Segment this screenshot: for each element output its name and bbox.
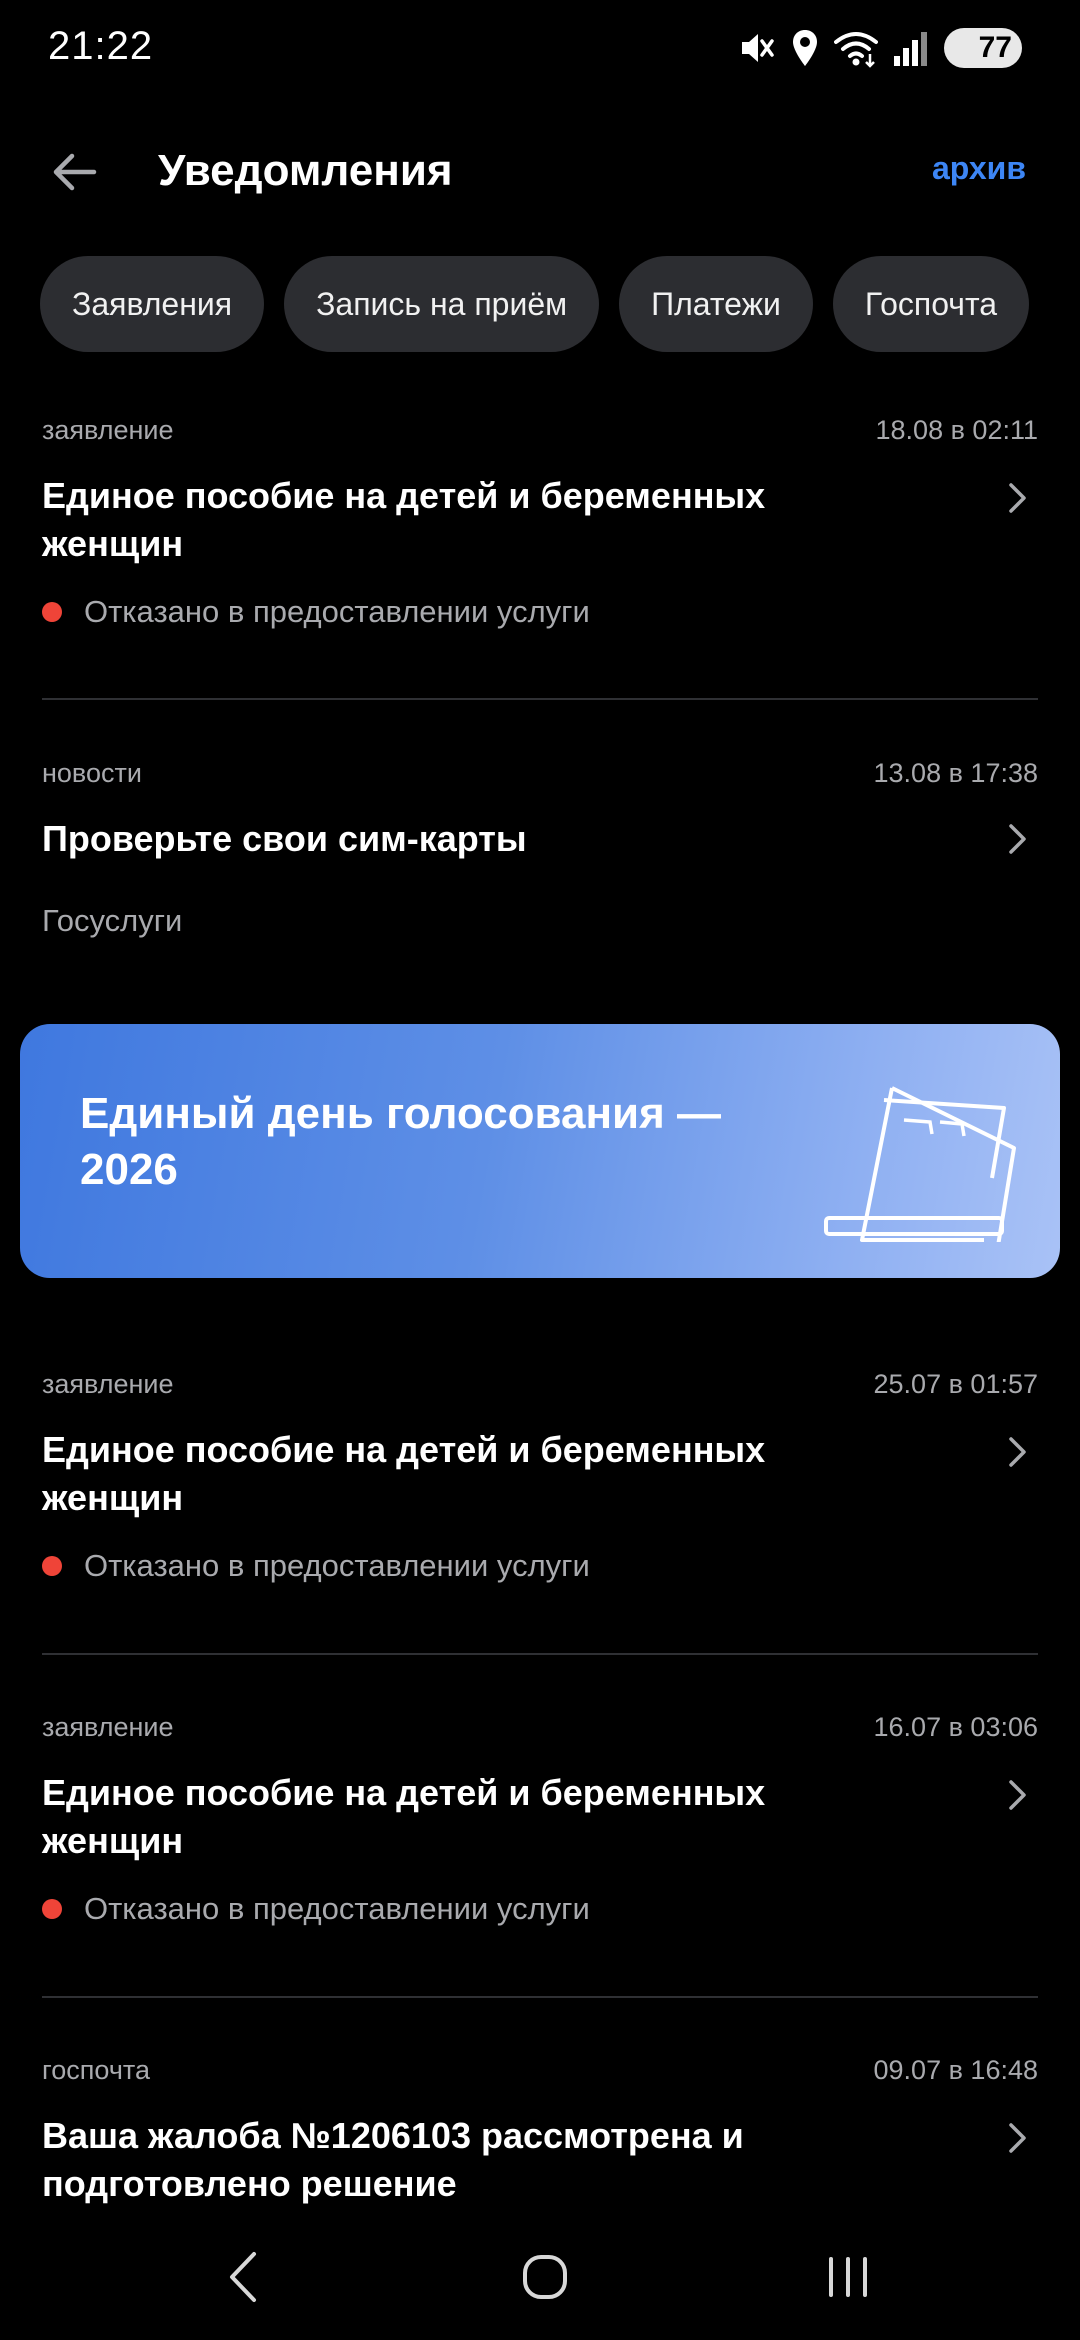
chevron-right-icon xyxy=(1009,1437,1026,1467)
notifications-screen: 21:22 77 Уведомления архив Заявления Зап… xyxy=(0,0,1080,2340)
notification-status-text: Отказано в предоставлении услуги xyxy=(84,594,590,629)
notification-category: новости xyxy=(42,757,142,788)
notification-status: Отказано в предоставлении услуги xyxy=(42,1891,1038,1927)
system-nav-bar xyxy=(0,2220,1080,2340)
notification-datetime: 18.08 в 02:11 xyxy=(875,414,1038,445)
app-header: Уведомления архив xyxy=(0,130,1080,220)
back-button[interactable] xyxy=(44,142,104,202)
filter-chip-gosmail[interactable]: Госпочта xyxy=(832,256,1030,352)
voting-day-banner[interactable]: Единый день голосования — 2026 xyxy=(20,1024,1060,1278)
notification-item[interactable]: заявление 16.07 в 03:06 Единое пособие н… xyxy=(42,1707,1038,1927)
notification-item[interactable]: новости 13.08 в 17:38 Проверьте свои сим… xyxy=(42,753,1038,939)
battery-icon: 77 xyxy=(944,28,1022,68)
mute-icon xyxy=(736,28,776,68)
ballot-box-icon xyxy=(824,1086,1016,1242)
divider xyxy=(42,698,1038,700)
notification-title: Ваша жалоба №1206103 рассмотрена и подго… xyxy=(42,2115,744,2204)
status-dot-red xyxy=(42,1556,62,1576)
banner-title: Единый день голосования — 2026 xyxy=(80,1089,722,1194)
filter-chip-payments[interactable]: Платежи xyxy=(619,256,813,352)
notification-datetime: 25.07 в 01:57 xyxy=(873,1368,1038,1399)
notification-title: Проверьте свои сим-карты xyxy=(42,818,527,859)
notification-status: Отказано в предоставлении услуги xyxy=(42,594,1038,630)
notification-title: Единое пособие на детей и беременных жен… xyxy=(42,475,766,564)
divider xyxy=(42,1653,1038,1655)
filter-chip-applications[interactable]: Заявления xyxy=(40,256,265,352)
notification-status-text: Отказано в предоставлении услуги xyxy=(84,1548,590,1583)
chevron-right-icon xyxy=(1009,2123,1026,2153)
home-nav-icon[interactable] xyxy=(505,2242,585,2312)
page-title: Уведомления xyxy=(158,146,453,195)
battery-level: 77 xyxy=(978,31,1012,64)
location-icon xyxy=(790,28,820,68)
notification-title: Единое пособие на детей и беременных жен… xyxy=(42,1772,766,1861)
divider xyxy=(42,1996,1038,1998)
signal-icon xyxy=(892,28,930,68)
arrow-left-icon xyxy=(53,153,97,191)
status-dot-red xyxy=(42,1899,62,1919)
notification-item[interactable]: заявление 18.08 в 02:11 Единое пособие н… xyxy=(42,410,1038,630)
status-time: 21:22 xyxy=(48,24,154,68)
notification-status: Отказано в предоставлении услуги xyxy=(42,1548,1038,1584)
notification-source: Госуслуги xyxy=(42,903,183,938)
chevron-right-icon xyxy=(1009,824,1026,854)
status-dot-red xyxy=(42,602,62,622)
notification-item[interactable]: заявление 25.07 в 01:57 Единое пособие н… xyxy=(42,1364,1038,1584)
notification-datetime: 09.07 в 16:48 xyxy=(873,2054,1038,2085)
filter-chip-appointment[interactable]: Запись на приём xyxy=(284,256,600,352)
notification-status-text: Отказано в предоставлении услуги xyxy=(84,1891,590,1926)
notification-category: заявление xyxy=(42,1711,174,1742)
archive-link[interactable]: архив xyxy=(932,150,1026,187)
status-icons: 77 xyxy=(736,26,1022,70)
notification-datetime: 13.08 в 17:38 xyxy=(873,757,1038,788)
chevron-right-icon xyxy=(1009,483,1026,513)
chevron-right-icon xyxy=(1009,1780,1026,1810)
notification-category: заявление xyxy=(42,414,174,445)
notification-category: заявление xyxy=(42,1368,174,1399)
status-bar: 21:22 77 xyxy=(0,0,1080,100)
notification-title: Единое пособие на детей и беременных жен… xyxy=(42,1429,766,1518)
filter-chips: Заявления Запись на приём Платежи Госпоч… xyxy=(40,256,1030,352)
notification-item[interactable]: госпочта 09.07 в 16:48 Ваша жалоба №1206… xyxy=(42,2050,1038,2208)
back-nav-icon[interactable] xyxy=(204,2242,284,2312)
notification-datetime: 16.07 в 03:06 xyxy=(873,1711,1038,1742)
recents-nav-icon[interactable] xyxy=(808,2242,888,2312)
wifi-icon xyxy=(834,28,878,68)
notification-category: госпочта xyxy=(42,2054,150,2085)
